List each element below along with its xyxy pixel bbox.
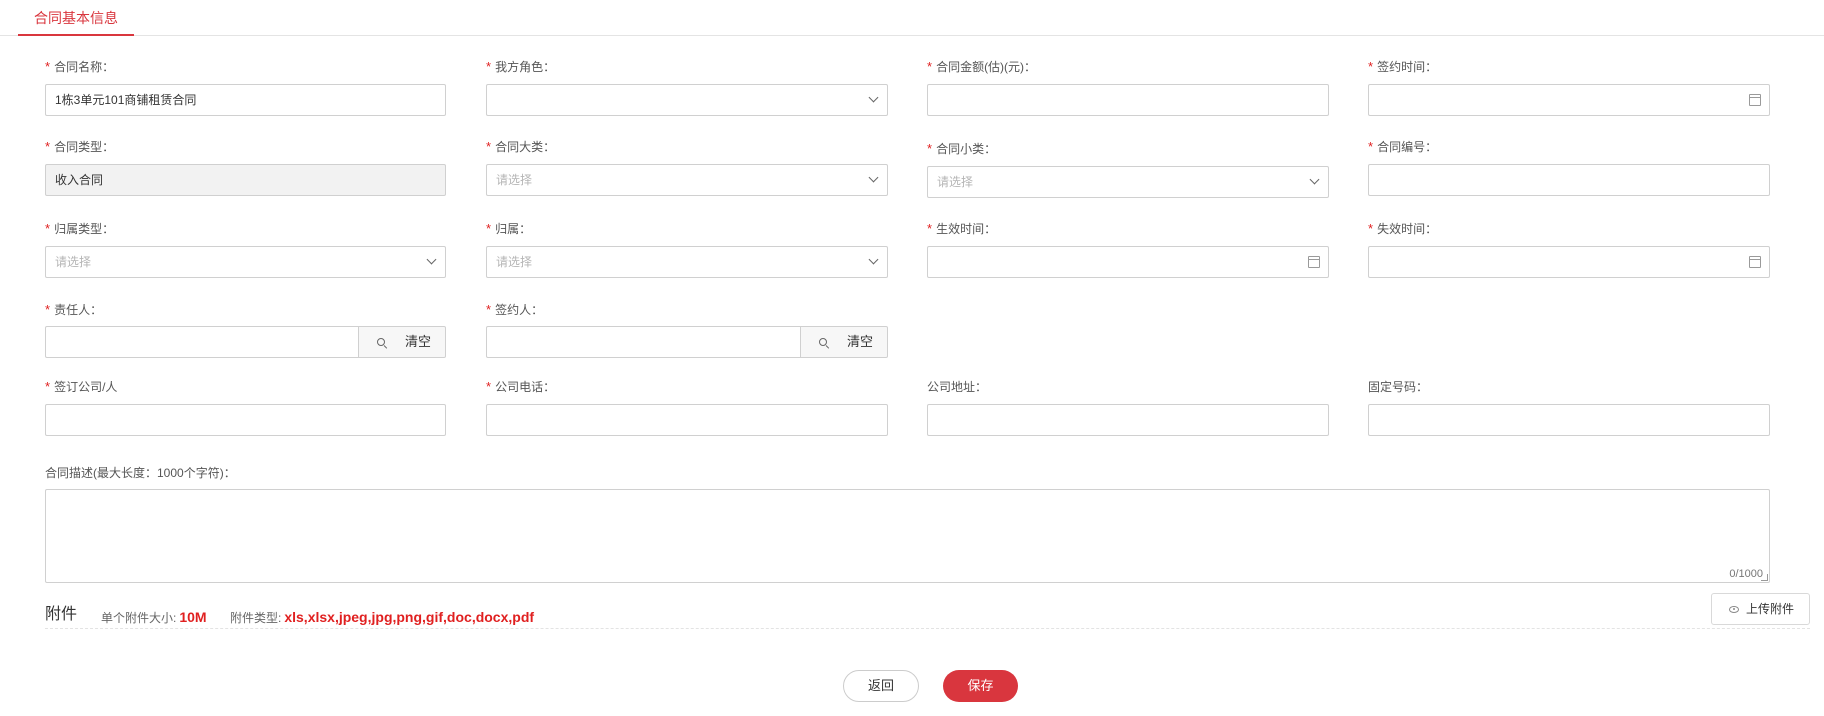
company-address-input[interactable] bbox=[927, 404, 1329, 436]
required-mark: * bbox=[486, 379, 492, 394]
contract-amount-input[interactable] bbox=[927, 84, 1329, 116]
contract-number-input[interactable] bbox=[1368, 164, 1770, 196]
chevron-down-icon bbox=[868, 92, 879, 103]
tab-contract-basic-info[interactable]: 合同基本信息 bbox=[18, 0, 134, 36]
required-mark: * bbox=[486, 302, 492, 317]
required-mark: * bbox=[486, 59, 492, 74]
chevron-down-icon bbox=[868, 172, 879, 183]
required-mark: * bbox=[1368, 59, 1374, 74]
char-counter: 0/1000 bbox=[1729, 568, 1763, 580]
landline-label: 固定号码： bbox=[1368, 380, 1429, 394]
attachment-size-info: 单个附件大小: 10M bbox=[101, 609, 207, 625]
back-button[interactable]: 返回 bbox=[843, 670, 919, 702]
search-icon[interactable] bbox=[377, 338, 385, 346]
ownership-select[interactable]: 请选择 bbox=[486, 246, 888, 278]
attachment-type-info: 附件类型: xls,xlsx,jpeg,jpg,png,gif,doc,docx,… bbox=[230, 609, 535, 625]
contract-amount-label: * 合同金额(估)(元)： bbox=[927, 59, 1037, 74]
responsible-person-label: * 责任人： bbox=[45, 302, 103, 317]
sign-time-label: * 签约时间： bbox=[1368, 59, 1438, 74]
chevron-down-icon bbox=[868, 254, 879, 265]
attachment-type-value: xls,xlsx,jpeg,jpg,png,gif,doc,docx,pdf bbox=[284, 609, 535, 625]
calendar-icon bbox=[1749, 256, 1761, 268]
company-phone-label: * 公司电话： bbox=[486, 379, 556, 394]
sign-time-picker[interactable] bbox=[1368, 84, 1770, 116]
required-mark: * bbox=[45, 221, 51, 236]
required-mark: * bbox=[1368, 139, 1374, 154]
required-mark: * bbox=[486, 139, 492, 154]
chevron-down-icon bbox=[426, 254, 437, 265]
required-mark: * bbox=[927, 141, 933, 156]
ownership-label: * 归属： bbox=[486, 221, 532, 236]
expiry-time-label: * 失效时间： bbox=[1368, 221, 1438, 236]
contract-type-label: * 合同类型： bbox=[45, 139, 115, 154]
required-mark: * bbox=[1368, 221, 1374, 236]
description-textarea[interactable]: 0/1000 bbox=[45, 489, 1770, 583]
company-address-label: 公司地址： bbox=[927, 380, 988, 394]
signer-input[interactable] bbox=[486, 326, 801, 358]
our-role-select[interactable] bbox=[486, 84, 888, 116]
attachments-title: 附件 bbox=[45, 606, 78, 623]
effective-time-label: * 生效时间： bbox=[927, 221, 997, 236]
landline-input[interactable] bbox=[1368, 404, 1770, 436]
signer-label: * 签约人： bbox=[486, 302, 544, 317]
calendar-icon bbox=[1749, 94, 1761, 106]
clear-button-label[interactable]: 清空 bbox=[405, 327, 431, 357]
minor-category-select[interactable]: 请选择 bbox=[927, 166, 1329, 198]
eye-icon bbox=[1729, 606, 1739, 613]
attachments-divider bbox=[45, 628, 1810, 629]
required-mark: * bbox=[927, 221, 933, 236]
major-category-label: * 合同大类： bbox=[486, 139, 556, 154]
effective-time-picker[interactable] bbox=[927, 246, 1329, 278]
required-mark: * bbox=[45, 139, 51, 154]
contract-name-label: * 合同名称： bbox=[45, 59, 115, 74]
signing-company-input[interactable] bbox=[45, 404, 446, 436]
signer-search-clear-button[interactable]: 清空 bbox=[801, 326, 888, 358]
required-mark: * bbox=[927, 59, 933, 74]
required-mark: * bbox=[45, 59, 51, 74]
responsible-person-input[interactable] bbox=[45, 326, 359, 358]
clear-button-label[interactable]: 清空 bbox=[847, 327, 873, 357]
required-mark: * bbox=[45, 302, 51, 317]
contract-number-label: * 合同编号： bbox=[1368, 139, 1438, 154]
our-role-label: * 我方角色： bbox=[486, 59, 556, 74]
upload-attachment-button[interactable]: 上传附件 bbox=[1711, 593, 1810, 625]
expiry-time-picker[interactable] bbox=[1368, 246, 1770, 278]
ownership-type-label: * 归属类型： bbox=[45, 221, 115, 236]
resize-handle-icon[interactable] bbox=[1761, 574, 1768, 581]
save-button[interactable]: 保存 bbox=[943, 670, 1018, 702]
ownership-type-select[interactable]: 请选择 bbox=[45, 246, 446, 278]
calendar-icon bbox=[1308, 256, 1320, 268]
company-phone-input[interactable] bbox=[486, 404, 888, 436]
contract-name-input[interactable]: 1栋3单元101商铺租赁合同 bbox=[45, 84, 446, 116]
description-label: 合同描述(最大长度：1000个字符)： bbox=[45, 466, 236, 480]
contract-type-input: 收入合同 bbox=[45, 164, 446, 196]
required-mark: * bbox=[486, 221, 492, 236]
chevron-down-icon bbox=[1309, 174, 1320, 185]
tab-bar: 合同基本信息 bbox=[0, 0, 1824, 36]
responsible-person-search-clear-button[interactable]: 清空 bbox=[359, 326, 446, 358]
attachment-size-value: 10M bbox=[179, 609, 207, 625]
required-mark: * bbox=[45, 379, 51, 394]
search-icon[interactable] bbox=[819, 338, 827, 346]
signing-company-label: * 签订公司/人 bbox=[45, 379, 118, 394]
minor-category-label: * 合同小类： bbox=[927, 141, 997, 156]
major-category-select[interactable]: 请选择 bbox=[486, 164, 888, 196]
